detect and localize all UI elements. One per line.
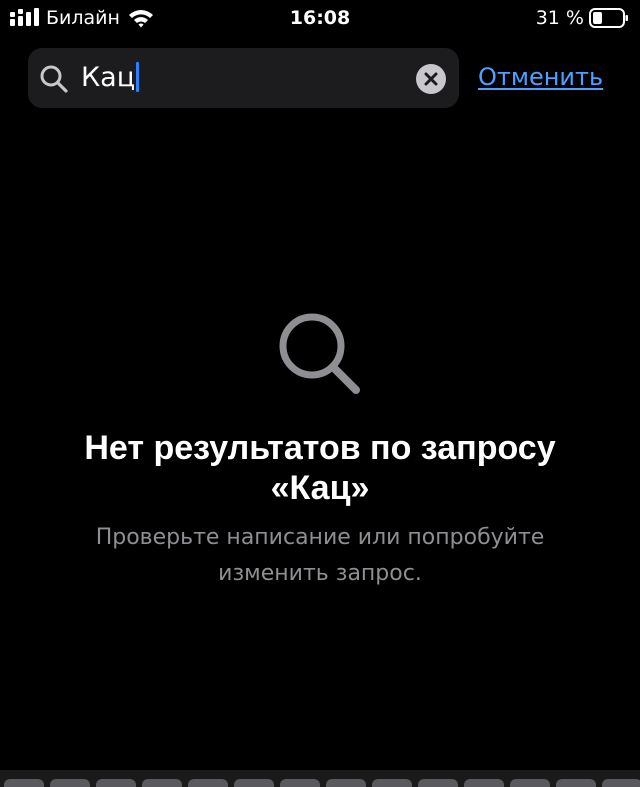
search-query-text: Кац: [81, 62, 136, 93]
search-icon: [40, 65, 68, 93]
clear-x-icon: [424, 72, 438, 86]
keyboard-key[interactable]: [602, 779, 640, 787]
keyboard-key[interactable]: [188, 779, 228, 787]
keyboard-key[interactable]: [372, 779, 412, 787]
keyboard-key[interactable]: [418, 779, 458, 787]
no-results-query: «Кац»: [270, 469, 370, 507]
keyboard-key[interactable]: [556, 779, 596, 787]
battery-percentage: 31 %: [535, 7, 584, 29]
no-results-title-line1: Нет результатов по запросу: [84, 429, 556, 467]
keyboard-key[interactable]: [50, 779, 90, 787]
keyboard-key[interactable]: [280, 779, 320, 787]
no-results-magnifying-glass-icon: [279, 313, 360, 394]
status-bar: Билайн 16:08 31 %: [0, 0, 640, 36]
keyboard-key[interactable]: [510, 779, 550, 787]
cancel-button[interactable]: Отменить: [478, 61, 603, 93]
keyboard-key[interactable]: [4, 779, 44, 787]
keyboard-key[interactable]: [234, 779, 274, 787]
no-results-hint-line1: Проверьте написание или попробуйте: [95, 525, 545, 550]
text-caret: [136, 62, 140, 92]
clear-search-button[interactable]: [416, 64, 446, 94]
search-input[interactable]: Кац: [81, 61, 140, 95]
keyboard[interactable]: [0, 770, 640, 787]
keyboard-key[interactable]: [142, 779, 182, 787]
keyboard-key[interactable]: [326, 779, 366, 787]
no-results-title: Нет результатов по запросу «Кац»: [40, 428, 600, 508]
battery-icon: [589, 8, 628, 28]
no-results-hint: Проверьте написание или попробуйте измен…: [60, 520, 580, 592]
search-field[interactable]: Кац: [28, 48, 459, 108]
keyboard-key[interactable]: [96, 779, 136, 787]
keyboard-key[interactable]: [464, 779, 504, 787]
no-results-hint-line2: изменить запрос.: [218, 561, 422, 586]
